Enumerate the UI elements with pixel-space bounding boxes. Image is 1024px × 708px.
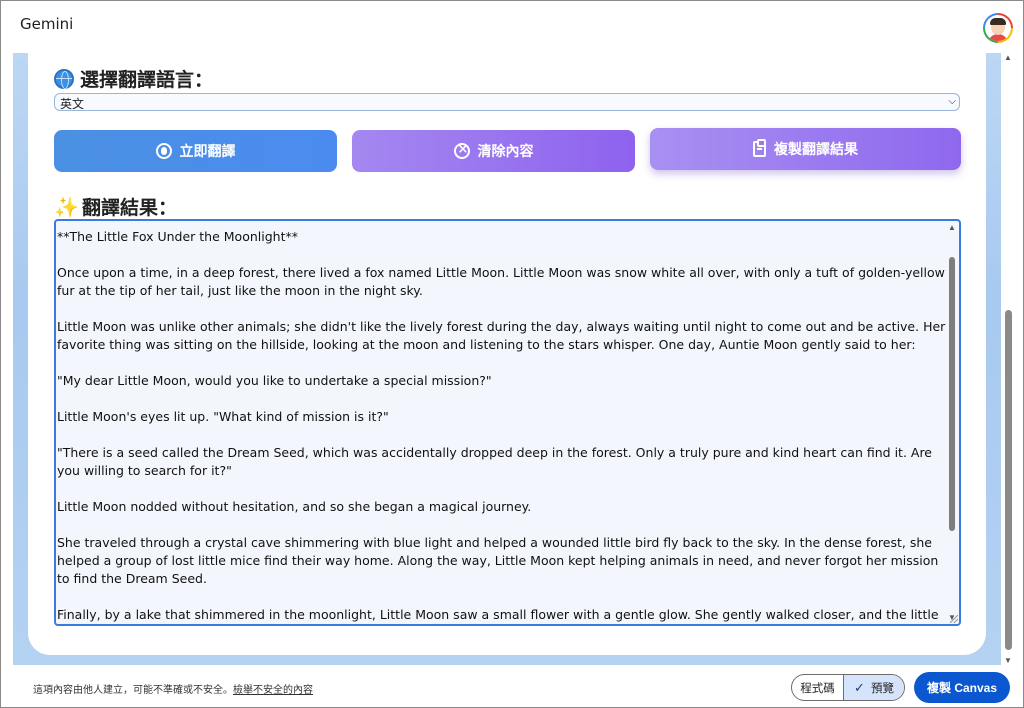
copy-canvas-button[interactable]: 複製 Canvas [914, 672, 1010, 703]
page-scroll-down-icon[interactable]: ▼ [1003, 656, 1013, 665]
translate-button[interactable]: 立即翻譯 [54, 130, 337, 172]
top-bar: Gemini [1, 1, 1023, 49]
result-paragraph: Little Moon nodded without hesitation, a… [57, 499, 532, 514]
tab-code-label: 程式碼 [800, 682, 835, 695]
result-paragraph: Little Moon's eyes lit up. "What kind of… [57, 409, 389, 424]
translation-result-textarea[interactable]: **The Little Fox Under the Moonlight** O… [54, 219, 961, 626]
microphone-icon [155, 143, 172, 159]
result-paragraph: Once upon a time, in a deep forest, ther… [57, 265, 945, 298]
result-paragraph: She traveled through a crystal cave shim… [57, 535, 939, 586]
avatar-image [985, 15, 1011, 41]
page-scrollbar[interactable]: ▲ ▼ [1003, 53, 1013, 665]
resize-grip-icon[interactable] [950, 615, 958, 623]
copy-result-button-label: 複製翻譯結果 [774, 142, 858, 158]
view-toggle: 程式碼 ✓ 預覽 [791, 674, 905, 701]
clipboard-icon [753, 139, 766, 157]
avatar-hair [990, 18, 1006, 25]
check-icon: ✓ [854, 679, 865, 695]
user-avatar[interactable] [983, 13, 1013, 43]
result-scrollbar-thumb[interactable] [949, 257, 955, 531]
footer-bar: 這項內容由他人建立，可能不準確或不安全。檢舉不安全的內容 程式碼 ✓ 預覽 複製… [1, 667, 1023, 707]
language-select-value: 英文 [60, 97, 85, 111]
result-scrollbar[interactable]: ▲ ▼ [947, 223, 957, 622]
globe-icon [54, 69, 74, 89]
result-section-label: 翻譯結果： [82, 197, 178, 219]
page-scrollbar-thumb[interactable] [1005, 310, 1012, 650]
footer-disclaimer: 這項內容由他人建立，可能不準確或不安全。檢舉不安全的內容 [33, 681, 313, 696]
result-paragraph: Little Moon was unlike other animals; sh… [57, 319, 946, 352]
scroll-up-icon[interactable]: ▲ [947, 223, 957, 232]
result-paragraph: "There is a seed called the Dream Seed, … [57, 445, 932, 478]
language-section-label: 選擇翻譯語言： [80, 69, 214, 91]
avatar-body [988, 34, 1008, 41]
sparkle-icon: ✨ [54, 195, 79, 219]
window-frame: Gemini 選擇翻譯語言： 英文 ⌵ 立即翻譯 清除內容 複製翻譯結果 ✨翻譯… [0, 0, 1024, 708]
report-unsafe-link[interactable]: 檢舉不安全的內容 [233, 685, 313, 696]
result-section-title: ✨ 翻譯結果： [54, 193, 177, 220]
language-select[interactable]: 英文 ⌵ [54, 93, 960, 111]
clear-button-label: 清除內容 [477, 144, 534, 160]
tab-code[interactable]: 程式碼 [792, 675, 844, 700]
language-section-title: 選擇翻譯語言： [54, 65, 213, 92]
page-scroll-up-icon[interactable]: ▲ [1003, 53, 1013, 62]
tab-preview[interactable]: ✓ 預覽 [844, 675, 904, 700]
copy-canvas-label: 複製 Canvas [926, 681, 998, 695]
result-paragraph: Finally, by a lake that shimmered in the… [57, 607, 939, 622]
chevron-down-icon: ⌵ [948, 96, 956, 107]
app-title: Gemini [20, 15, 74, 33]
clear-button[interactable]: 清除內容 [352, 130, 635, 172]
translate-button-label: 立即翻譯 [179, 144, 236, 160]
disclaimer-text: 這項內容由他人建立，可能不準確或不安全。 [33, 685, 233, 696]
copy-result-button[interactable]: 複製翻譯結果 [650, 128, 961, 170]
clear-icon [453, 142, 470, 159]
tab-preview-label: 預覽 [870, 682, 894, 695]
result-paragraph: **The Little Fox Under the Moonlight** [57, 229, 298, 244]
result-paragraph: "My dear Little Moon, would you like to … [57, 373, 492, 388]
translation-result-text: **The Little Fox Under the Moonlight** O… [57, 228, 947, 624]
